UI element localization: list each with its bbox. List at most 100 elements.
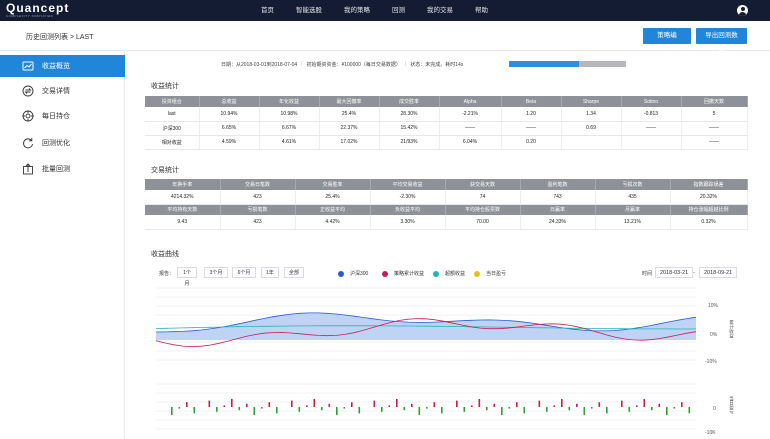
y-tick-10: 10%	[708, 303, 719, 309]
period-3m-button[interactable]: 3个月	[204, 267, 228, 278]
legend-label: 沪深300	[350, 271, 369, 277]
table-cell: 15.42%	[379, 121, 440, 136]
daily-pnl-bars	[171, 399, 691, 415]
legend-label: 策略累计收益	[394, 271, 425, 277]
table-cell: last	[145, 107, 200, 122]
pnl-bar	[471, 405, 473, 407]
nav-my-trades[interactable]: 我的交易	[416, 0, 464, 21]
date-range-text: 日期：从2018-03-01到2018-07-04	[221, 61, 298, 68]
table-cell: 25.4%	[295, 190, 371, 205]
sidebar-item-trade-details[interactable]: 交易详情	[0, 80, 125, 102]
column-header: 亏损次数	[595, 179, 671, 190]
trade-stats-title: 交易统计	[151, 167, 179, 174]
column-header: 获交易天数	[445, 179, 521, 190]
column-header: 年化收益	[259, 96, 320, 107]
legend-hs300[interactable]: 沪深300	[338, 270, 368, 277]
sidebar-item-batch-backtest[interactable]: 批量回测	[0, 158, 125, 180]
table-cell: 0.69	[561, 121, 622, 136]
pnl-bar	[508, 407, 511, 409]
sidebar-item-overview[interactable]: 收益概览	[0, 55, 125, 77]
nav-my-strategies[interactable]: 我的策略	[333, 0, 381, 21]
pnl-bar	[493, 403, 496, 407]
pnl-bar	[216, 407, 218, 412]
table-cell: 24.33%	[520, 215, 596, 230]
pnl-bar	[343, 407, 346, 409]
returns-chart: 10% 0% -10% 累计收益 0 -10K 当日盈亏	[156, 287, 735, 436]
pnl-bar	[688, 407, 691, 414]
legend-strategy[interactable]: 策略累计收益	[382, 270, 424, 277]
table-cell: -0.813	[621, 107, 682, 122]
table-cell: 相对收益	[145, 135, 200, 150]
initial-capital-text: 初始期资资金：¥100000（每日交易数据）	[306, 61, 401, 68]
period-1y-button[interactable]: 1年	[261, 267, 279, 278]
sidebar-item-label: 每日持仓	[42, 113, 70, 120]
table-cell: 435	[595, 190, 671, 205]
pnl-bar	[433, 402, 436, 407]
pnl-bar	[351, 402, 353, 407]
pnl-bar	[651, 407, 653, 411]
breadcrumb-bar: 历史回测列表 > LAST 策略编 导出回测数据	[0, 21, 770, 55]
table-row: 相对收益 4.59% 4.61% 17.02% 21/93% 6.04% 0.20 ——	[145, 135, 748, 150]
period-6m-button[interactable]: 6个月	[232, 267, 256, 278]
period-1m-button[interactable]: 1个月	[177, 267, 197, 287]
pnl-bar	[606, 407, 608, 414]
export-backtest-button[interactable]: 导出回测数据	[696, 28, 747, 55]
legend-dot	[338, 270, 344, 277]
y-tick-neg10: -10%	[705, 359, 717, 365]
refresh-icon	[23, 138, 33, 149]
table-cell: 4214.32%	[145, 190, 221, 205]
table-cell: 9.43	[145, 215, 221, 230]
y-tick-bottom-neg10k: -10K	[705, 430, 716, 436]
column-header: 日赢率	[520, 204, 596, 215]
breadcrumb[interactable]: 历史回测列表 > LAST	[26, 32, 93, 42]
logo[interactable]: Quancept COMPLEXITY SIMPLIFIED	[6, 2, 69, 18]
trade-stats-table: 年换手率 交易日笔数 交易胜率 平均交易收益 获交易天数 盈利笔数 亏损次数 指数跟踪误差 42…	[145, 179, 748, 230]
date-from-input[interactable]: 2018-03-21	[655, 267, 694, 278]
table-cell: 4.59%	[199, 135, 260, 150]
pnl-bar	[178, 407, 181, 409]
table-cell: -2.21%	[439, 107, 502, 122]
returns-stats-table: 投资组合 总收益 年化收益 最大回撤率 成交胜率 Alpha Beta Sharpe Sotin…	[145, 96, 748, 150]
pnl-bar	[621, 400, 623, 407]
table-cell: 25.4%	[319, 107, 380, 122]
table-cell: 70.00	[445, 215, 521, 230]
sidebar-item-optimize[interactable]: 回测优化	[0, 132, 125, 154]
nav-stock-picker[interactable]: 智能选股	[285, 0, 333, 21]
legend-daily-pnl[interactable]: 当日盈亏	[474, 270, 506, 277]
pnl-bar	[373, 400, 376, 407]
table-cell	[561, 135, 622, 150]
pnl-bar	[246, 403, 248, 407]
pnl-bar	[298, 407, 301, 412]
period-all-button[interactable]: 全部	[284, 267, 304, 278]
column-header: 平均持仓股票数	[445, 204, 521, 215]
pnl-bar	[658, 403, 661, 407]
table-cell: 1.20	[501, 107, 562, 122]
pnl-bar	[328, 403, 331, 407]
target-icon	[22, 110, 34, 122]
nav-backtest[interactable]: 回测	[381, 0, 416, 21]
main-nav: 首页 智能选股 我的策略 回测 我的交易 帮助	[250, 0, 499, 21]
nav-home[interactable]: 首页	[250, 0, 285, 21]
returns-stats-title: 收益统计	[151, 83, 179, 90]
table-cell: 20.32%	[670, 190, 748, 205]
date-to-input[interactable]: 2018-09-21	[699, 267, 738, 278]
column-header: Beta	[501, 96, 562, 107]
column-header: 月赢率	[595, 204, 671, 215]
user-avatar-icon[interactable]	[737, 5, 748, 16]
column-header: Sharpe	[561, 96, 622, 107]
strategy-edit-button[interactable]: 策略编	[643, 28, 691, 44]
legend-excess[interactable]: 超额收益	[433, 270, 465, 277]
pnl-bar	[456, 400, 458, 407]
pnl-bar	[538, 400, 541, 407]
progress-bar	[509, 61, 626, 67]
table-row: 沪深300 6.65% 6.67% 22.37% 15.42% —— —— 0.69 —— ——	[145, 121, 748, 136]
column-header: 回撤天数	[681, 96, 748, 107]
column-header: 正收益平均	[295, 204, 371, 215]
nav-help[interactable]: 帮助	[464, 0, 499, 21]
legend-label: 当日盈亏	[486, 271, 507, 277]
pnl-bar	[171, 407, 173, 415]
column-header: 成交胜率	[379, 96, 440, 107]
sidebar-item-daily-holdings[interactable]: 每日持仓	[0, 105, 125, 127]
time-label: 时间	[642, 271, 653, 277]
pnl-bar	[576, 403, 578, 407]
